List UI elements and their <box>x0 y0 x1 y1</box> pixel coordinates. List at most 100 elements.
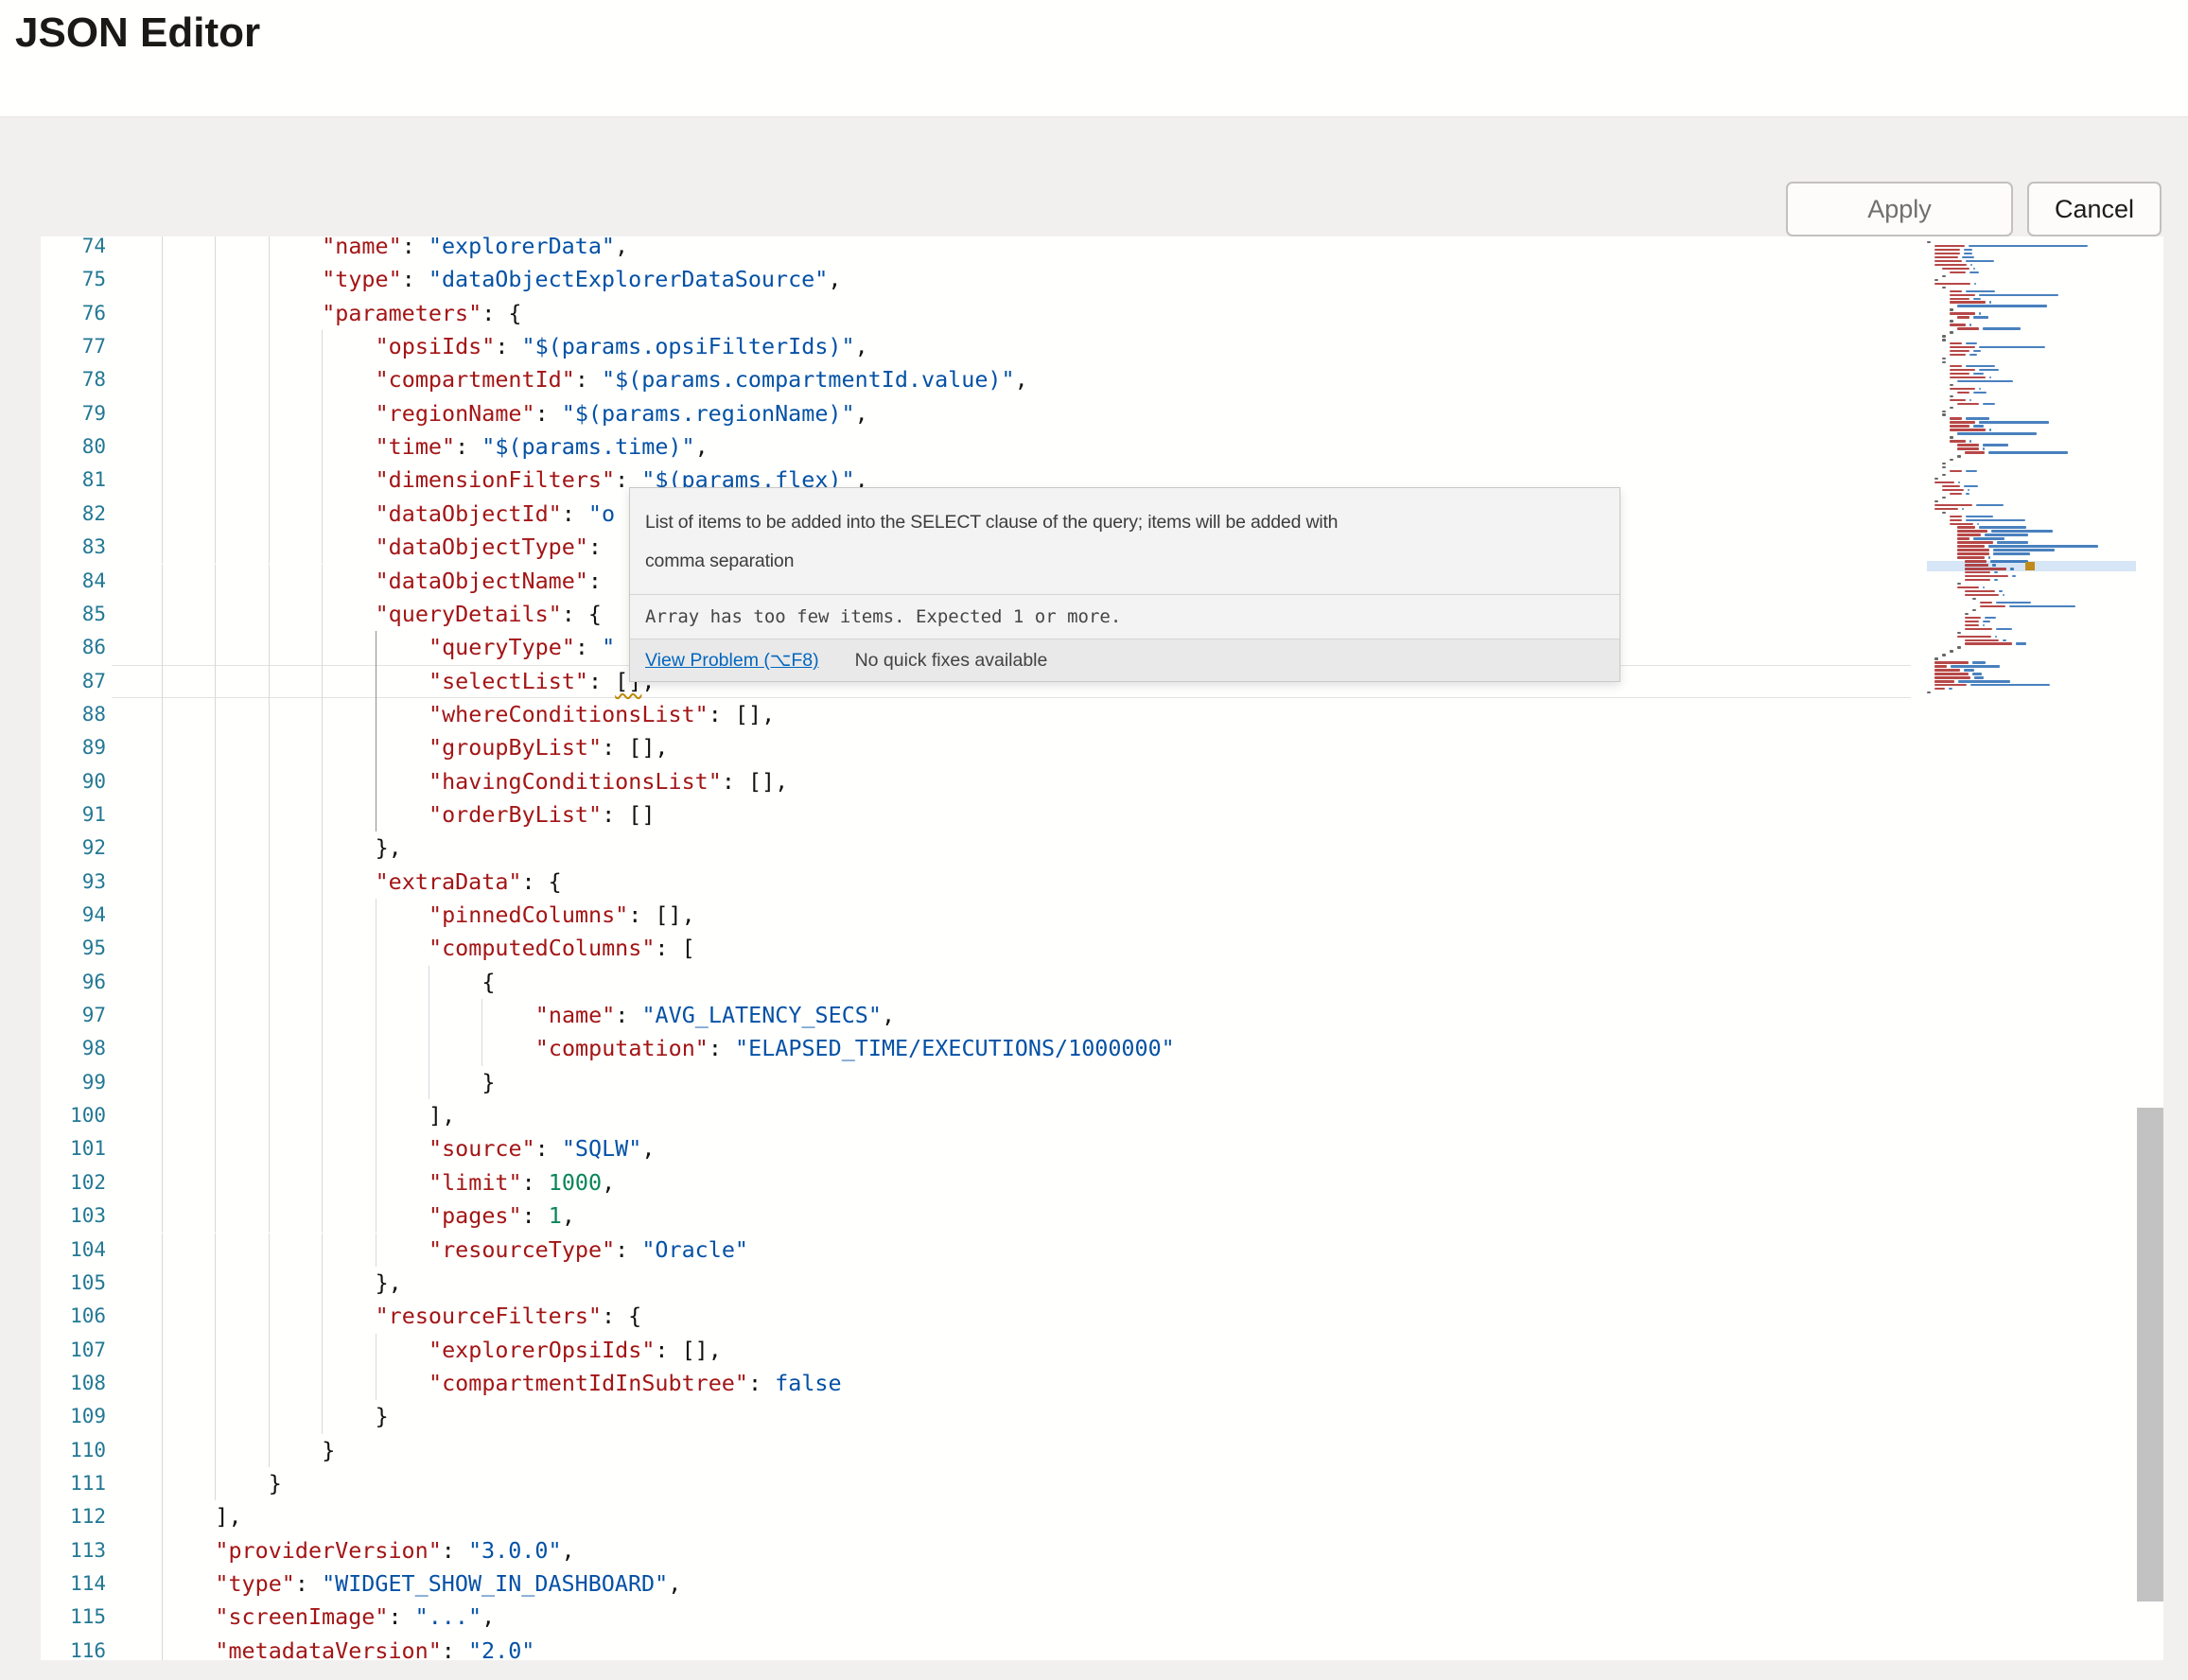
code-line-92[interactable]: 92}, <box>41 831 2163 865</box>
line-number: 91 <box>41 798 106 831</box>
code-line-113[interactable]: 113"providerVersion": "3.0.0", <box>41 1534 2163 1567</box>
indent-guide <box>162 1032 163 1065</box>
minimap[interactable] <box>1927 241 2136 707</box>
indent-guide <box>162 899 163 932</box>
indent-guide <box>269 765 270 798</box>
scrollbar-thumb[interactable] <box>2137 1108 2163 1601</box>
code-line-89[interactable]: 89"groupByList": [], <box>41 731 2163 764</box>
indent-guide <box>215 1434 216 1467</box>
line-number: 79 <box>41 397 106 430</box>
code-line-80[interactable]: 80"time": "$(params.time)", <box>41 430 2163 464</box>
indent-guide <box>162 1199 163 1233</box>
indent-guide <box>162 1567 163 1601</box>
indent-guide <box>269 1132 270 1165</box>
indent-guide <box>162 731 163 764</box>
line-number: 115 <box>41 1601 106 1634</box>
code-line-116[interactable]: 116"metadataVersion": "2.0" <box>41 1635 2163 1660</box>
code-line-94[interactable]: 94"pinnedColumns": [], <box>41 899 2163 932</box>
indent-guide <box>215 932 216 965</box>
indent-guide <box>162 1467 163 1500</box>
indent-guide <box>162 866 163 899</box>
code-line-115[interactable]: 115 "screenImage": "...", <box>41 1601 2163 1634</box>
indent-guide <box>162 999 163 1032</box>
indent-guide <box>215 565 216 598</box>
apply-button[interactable]: Apply <box>1786 182 2013 236</box>
view-problem-link[interactable]: View Problem (⌥F8) <box>645 649 819 672</box>
line-number: 88 <box>41 698 106 731</box>
indent-guide <box>215 1367 216 1400</box>
indent-guide <box>215 765 216 798</box>
code-line-105[interactable]: 105}, <box>41 1267 2163 1300</box>
indent-guide <box>269 731 270 764</box>
indent-guide <box>215 397 216 430</box>
code-line-95[interactable]: 95"computedColumns": [ <box>41 932 2163 965</box>
line-number: 116 <box>41 1635 106 1660</box>
indent-guide <box>322 831 323 865</box>
code-text: { <box>481 966 495 999</box>
scrollbar-track[interactable] <box>2137 236 2163 1660</box>
cancel-button[interactable]: Cancel <box>2027 182 2162 236</box>
code-line-102[interactable]: 102"limit": 1000, <box>41 1166 2163 1199</box>
indent-guide <box>269 1400 270 1433</box>
code-line-112[interactable]: 112], <box>41 1500 2163 1533</box>
code-text: "type": "dataObjectExplorerDataSource", <box>322 263 841 296</box>
indent-guide <box>322 531 323 564</box>
code-line-109[interactable]: 109} <box>41 1400 2163 1433</box>
code-line-96[interactable]: 96 { <box>41 966 2163 999</box>
indent-guide <box>215 297 216 330</box>
code-line-74[interactable]: 74"name": "explorerData", <box>41 236 2163 263</box>
code-line-93[interactable]: 93"extraData": { <box>41 866 2163 899</box>
line-number: 103 <box>41 1199 106 1233</box>
indent-guide <box>215 1132 216 1165</box>
code-line-100[interactable]: 100], <box>41 1099 2163 1132</box>
code-line-98[interactable]: 98"computation": "ELAPSED_TIME/EXECUTION… <box>41 1032 2163 1065</box>
code-text: "compartmentId": "$(params.compartmentId… <box>376 363 1028 396</box>
code-line-88[interactable]: 88"whereConditionsList": [], <box>41 698 2163 731</box>
indent-guide <box>322 1099 323 1132</box>
line-number: 94 <box>41 899 106 932</box>
code-line-111[interactable]: 111} <box>41 1467 2163 1500</box>
indent-guide <box>269 330 270 363</box>
code-line-106[interactable]: 106"resourceFilters": { <box>41 1300 2163 1333</box>
code-line-108[interactable]: 108"compartmentIdInSubtree": false <box>41 1367 2163 1400</box>
line-number: 96 <box>41 966 106 999</box>
indent-guide <box>322 1132 323 1165</box>
code-line-104[interactable]: 104"resourceType": "Oracle" <box>41 1234 2163 1267</box>
code-line-90[interactable]: 90"havingConditionsList": [], <box>41 765 2163 798</box>
code-line-77[interactable]: 77"opsiIds": "$(params.opsiFilterIds)", <box>41 330 2163 363</box>
code-line-107[interactable]: 107"explorerOpsiIds": [], <box>41 1334 2163 1367</box>
code-line-79[interactable]: 79 "regionName": "$(params.regionName)", <box>41 397 2163 430</box>
code-line-114[interactable]: 114"type": "WIDGET_SHOW_IN_DASHBOARD", <box>41 1567 2163 1601</box>
code-line-78[interactable]: 78"compartmentId": "$(params.compartment… <box>41 363 2163 396</box>
indent-guide <box>269 1300 270 1333</box>
code-text: } <box>269 1467 282 1500</box>
code-line-91[interactable]: 91 "orderByList": [] <box>41 798 2163 831</box>
code-line-97[interactable]: 97"name": "AVG_LATENCY_SECS", <box>41 999 2163 1032</box>
code-line-110[interactable]: 110} <box>41 1434 2163 1467</box>
code-line-76[interactable]: 76"parameters": { <box>41 297 2163 330</box>
code-text: "orderByList": [] <box>429 798 655 831</box>
indent-guide <box>215 999 216 1032</box>
code-line-99[interactable]: 99} <box>41 1066 2163 1099</box>
json-editor-page: { "header": { "title": "JSON Editor" }, … <box>0 0 2188 1680</box>
code-line-103[interactable]: 103"pages": 1, <box>41 1199 2163 1233</box>
code-line-75[interactable]: 75"type": "dataObjectExplorerDataSource"… <box>41 263 2163 296</box>
indent-guide <box>269 665 270 698</box>
line-number: 77 <box>41 330 106 363</box>
code-text: "screenImage": "...", <box>215 1601 495 1634</box>
indent-guide <box>162 765 163 798</box>
line-number: 86 <box>41 631 106 664</box>
minimap-warning-marker <box>2025 562 2035 570</box>
indent-guide <box>215 464 216 497</box>
code-text: "regionName": "$(params.regionName)", <box>376 397 868 430</box>
line-number: 82 <box>41 498 106 531</box>
indent-guide <box>269 1267 270 1300</box>
line-number: 81 <box>41 464 106 497</box>
indent-guide <box>322 1199 323 1233</box>
line-number: 83 <box>41 531 106 564</box>
code-line-101[interactable]: 101"source": "SQLW", <box>41 1132 2163 1165</box>
indent-guide <box>322 1334 323 1367</box>
indent-guide <box>322 1166 323 1199</box>
indent-guide <box>269 1334 270 1367</box>
code-text: "selectList": [], <box>429 665 655 698</box>
